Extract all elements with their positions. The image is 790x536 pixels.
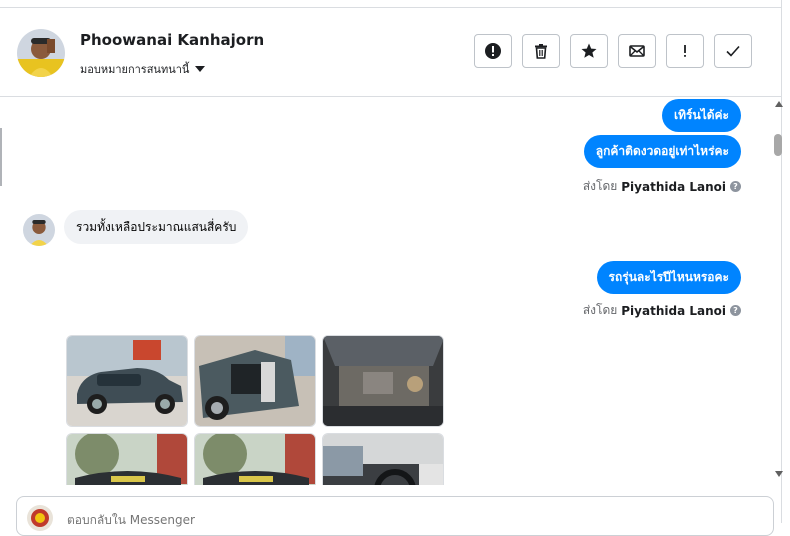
scrollbar-thumb[interactable] [774,134,782,156]
sender-name: Piyathida Lanoi [621,179,726,194]
help-icon[interactable]: ? [730,181,741,192]
conversation-header: Phoowanai Kanhajorn มอบหมายการสนทนานี้ [0,8,781,97]
sent-by-line: ส่งโดย Piyathida Lanoi ? [583,301,741,320]
scroll-down-arrow[interactable] [775,471,783,477]
car-photo-thumbnail[interactable] [66,335,188,427]
incoming-message[interactable]: รวมทั้งเหลือประมาณแสนสี่ครับ [64,210,249,244]
delete-button[interactable] [522,34,560,68]
done-button[interactable] [714,34,752,68]
outgoing-message[interactable]: รถรุ่นละไรปีไหนหรอคะ [596,261,741,294]
sender-name: Piyathida Lanoi [621,303,726,318]
star-button[interactable] [570,34,608,68]
car-photo-thumbnail[interactable] [322,335,444,427]
contact-avatar[interactable] [17,29,65,77]
caret-down-icon [195,66,206,72]
sent-by-prefix: ส่งโดย [582,303,618,317]
outgoing-message[interactable]: ลูกค้าติดงวดอยู่เท่าไหร่คะ [583,135,741,168]
sent-by-line: ส่งโดย Piyathida Lanoi ? [583,177,741,196]
message-thread[interactable]: เทิร์นได้ค่ะ ลูกค้าติดงวดอยู่เท่าไหร่คะ … [0,97,770,485]
assign-label: มอบหมายการสนทนานี้ [80,63,190,76]
exclamation-icon [684,45,686,57]
star-icon [581,43,597,58]
outgoing-message[interactable]: เทิร์นได้ค่ะ [662,99,741,132]
mark-unread-button[interactable] [618,34,656,68]
reply-composer[interactable] [16,496,774,536]
assign-conversation-dropdown[interactable]: มอบหมายการสนทนานี้ [80,60,206,78]
scroll-up-arrow[interactable] [775,101,783,107]
contact-message-avatar [23,214,55,246]
follow-up-button[interactable] [666,34,704,68]
car-photo-thumbnail[interactable] [194,335,316,427]
car-photo-thumbnail[interactable] [322,433,444,485]
car-photo-thumbnail[interactable] [194,433,316,485]
car-photo-thumbnail[interactable] [66,433,188,485]
spam-button[interactable] [474,34,512,68]
check-icon [726,45,740,57]
envelope-icon [629,45,645,57]
page-avatar [27,505,53,531]
exclamation-circle-icon [485,43,501,59]
contact-name: Phoowanai Kanhajorn [80,31,265,49]
sent-by-prefix: ส่งโดย [582,179,618,193]
help-icon[interactable]: ? [730,305,741,316]
reply-input[interactable] [65,512,469,528]
right-border [781,0,782,523]
trash-icon [535,44,547,59]
